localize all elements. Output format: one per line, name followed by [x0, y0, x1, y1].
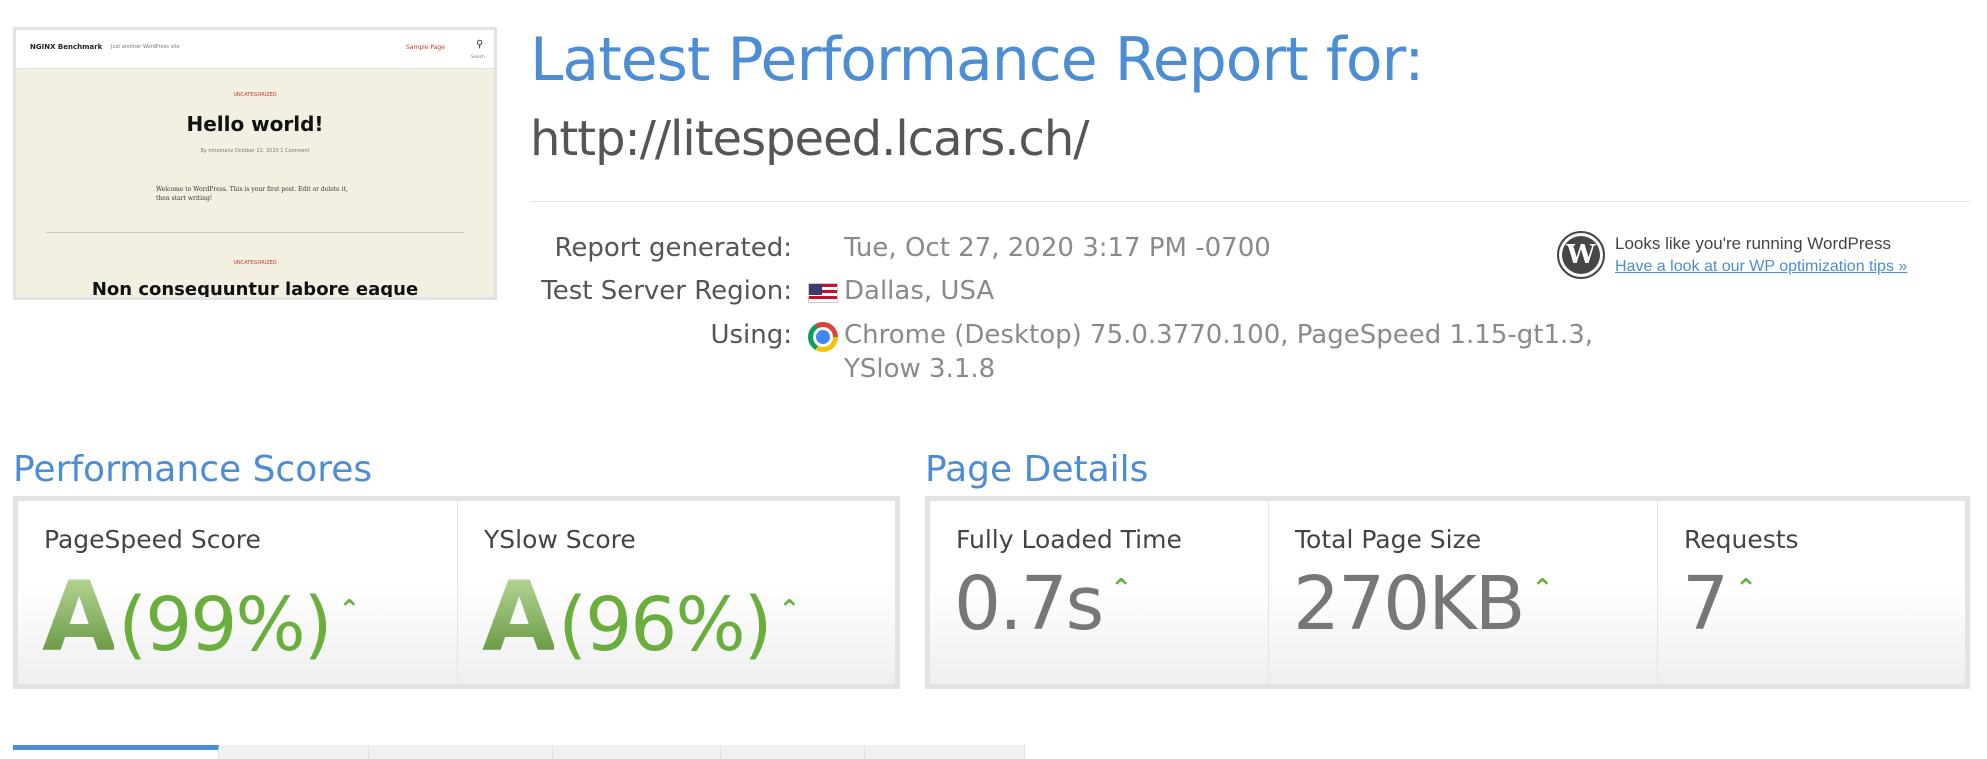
total-page-size-cell: Total Page Size 270KB ⌃ [1269, 501, 1658, 684]
pagespeed-score-label: PageSpeed Score [44, 525, 261, 554]
thumbnail-nav-link: Sample Page [406, 44, 445, 51]
tab-5[interactable] [721, 745, 865, 759]
page-details-heading: Page Details [925, 449, 1149, 490]
thumbnail-tagline: Just another WordPress site [111, 44, 180, 50]
thumbnail-post-title-2: Non consequuntur labore eaque [91, 279, 419, 300]
thumbnail-post-title: Hello world! [186, 112, 324, 136]
wp-optimization-tips-link[interactable]: Have a look at our WP optimization tips … [1615, 258, 1907, 276]
tab-6[interactable] [865, 745, 1025, 759]
pagespeed-grade: A [42, 561, 116, 673]
thumbnail-divider [46, 232, 464, 233]
page-details-panel: Fully Loaded Time 0.7s ⌃ Total Page Size… [925, 496, 1970, 689]
chevron-up-icon: ⌃ [1735, 574, 1757, 604]
chevron-up-icon: ⌃ [778, 595, 801, 625]
thumbnail-post-body: Welcome to WordPress. This is your first… [156, 186, 348, 202]
yslow-score-value: A (96%) ⌃ [482, 561, 801, 673]
test-region-label: Test Server Region: [541, 276, 792, 306]
using-value-line1: Chrome (Desktop) 75.0.3770.100, PageSpee… [844, 320, 1594, 350]
report-url: http://litespeed.lcars.ch/ [530, 111, 1089, 167]
chevron-up-icon: ⌃ [1531, 574, 1554, 604]
using-label: Using: [710, 320, 792, 350]
fully-loaded-time-cell: Fully Loaded Time 0.7s ⌃ [930, 501, 1269, 684]
chevron-up-icon: ⌃ [338, 595, 361, 625]
report-tabs [13, 745, 1025, 759]
requests-cell: Requests 7 ⌃ [1658, 501, 1965, 684]
chrome-icon [808, 322, 838, 352]
requests-value: 7 [1682, 561, 1729, 647]
thumbnail-search-icon: ⚲ [476, 39, 484, 50]
fully-loaded-time-metric: 0.7s ⌃ [954, 561, 1132, 647]
wordpress-notice: Looks like you're running WordPress [1615, 234, 1892, 253]
yslow-percent: (96%) [558, 582, 772, 668]
tab-2[interactable] [219, 745, 369, 759]
performance-scores-panel: PageSpeed Score A (99%) ⌃ YSlow Score A … [13, 496, 900, 689]
tab-1[interactable] [13, 745, 219, 759]
thumbnail-category: UNCATEGORIZED [233, 92, 277, 98]
page-title: Latest Performance Report for: [530, 25, 1424, 95]
total-page-size-metric: 270KB ⌃ [1293, 561, 1554, 647]
wordpress-logo-icon: W [1557, 231, 1605, 279]
site-screenshot: NGINX Benchmark Just another WordPress s… [13, 27, 497, 300]
total-page-size-label: Total Page Size [1295, 525, 1482, 554]
pagespeed-percent: (99%) [118, 582, 332, 668]
requests-metric: 7 ⌃ [1682, 561, 1757, 647]
tab-4[interactable] [553, 745, 721, 759]
thumbnail-header: NGINX Benchmark Just another WordPress s… [16, 30, 494, 69]
total-page-size-value: 270KB [1293, 561, 1526, 647]
thumbnail-site-name: NGINX Benchmark [30, 43, 103, 51]
yslow-score-label: YSlow Score [484, 525, 636, 554]
chevron-up-icon: ⌃ [1110, 574, 1132, 604]
fully-loaded-time-value: 0.7s [954, 561, 1104, 647]
fully-loaded-time-label: Fully Loaded Time [956, 525, 1182, 554]
pagespeed-score-cell: PageSpeed Score A (99%) ⌃ [18, 501, 458, 684]
yslow-grade: A [482, 561, 556, 673]
test-region-value: Dallas, USA [844, 276, 995, 306]
report-generated-value: Tue, Oct 27, 2020 3:17 PM -0700 [844, 233, 1271, 263]
requests-label: Requests [1684, 525, 1799, 554]
report-generated-label: Report generated: [554, 233, 792, 263]
using-value-line2: YSlow 3.1.8 [844, 354, 996, 384]
header-divider [530, 201, 1970, 202]
thumbnail-post-meta: By mhomanz October 22, 2020 1 Comment [200, 148, 310, 154]
us-flag-icon [808, 283, 838, 303]
performance-scores-heading: Performance Scores [13, 449, 373, 490]
thumbnail-category-2: UNCATEGORIZED [233, 260, 277, 266]
tab-3[interactable] [369, 745, 553, 759]
yslow-score-cell: YSlow Score A (96%) ⌃ [458, 501, 895, 684]
pagespeed-score-value: A (99%) ⌃ [42, 561, 361, 673]
thumbnail-search-label: Search [471, 54, 485, 59]
